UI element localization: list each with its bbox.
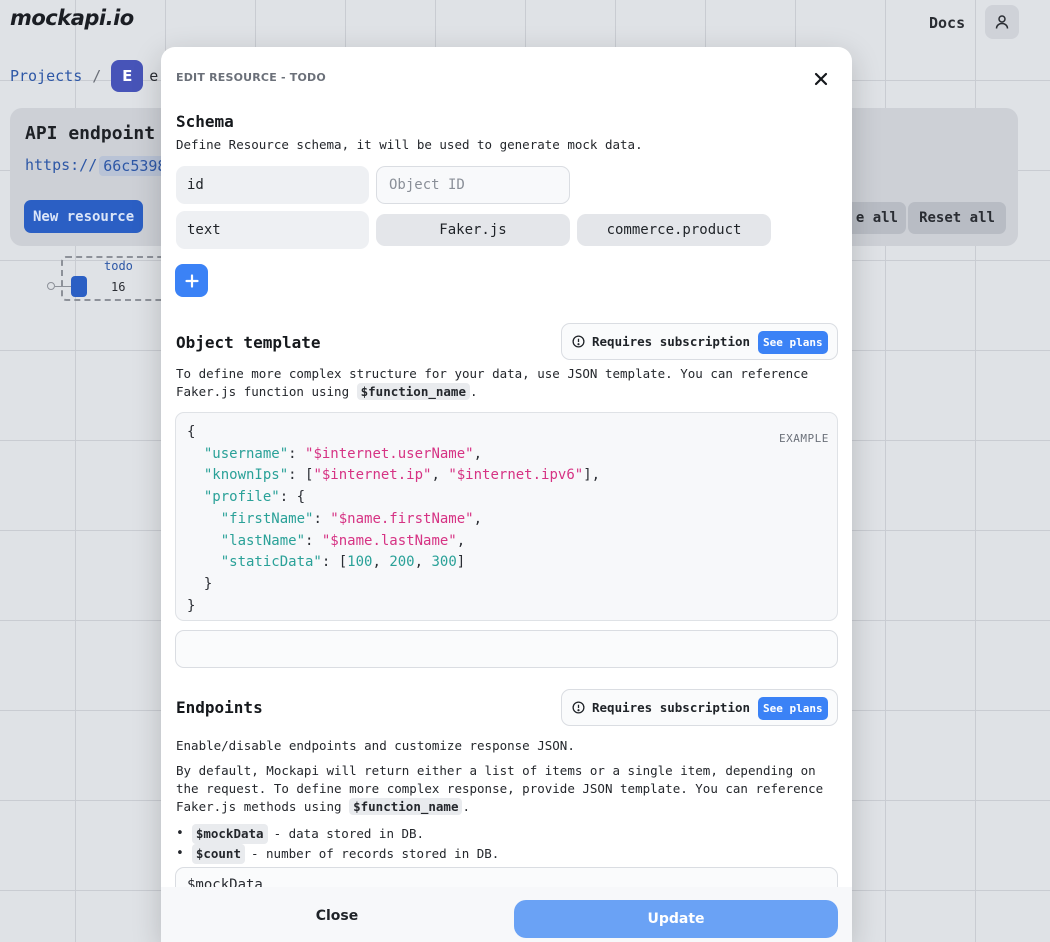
update-button[interactable]: Update [514, 900, 838, 938]
endpoint-response-text: $mockData [187, 877, 263, 887]
desc-text: Faker.js methods using $function_name. [176, 798, 836, 816]
schema-field-name-input[interactable]: text [176, 211, 369, 249]
modal-body[interactable]: EDIT RESOURCE - TODO Schema Define Resou… [161, 47, 852, 887]
code-token: { [187, 424, 196, 440]
code-token: "profile" [203, 489, 280, 506]
object-template-description: To define more complex structure for you… [176, 365, 836, 401]
add-field-button[interactable] [175, 264, 208, 297]
code-token: "username" [203, 445, 289, 462]
api-endpoint-url[interactable]: https:// 66c5398e [25, 156, 180, 176]
code-token: "$internet.userName" [305, 445, 474, 462]
template-example-code: EXAMPLE { "username": "$internet.userNam… [175, 412, 838, 621]
variable-description: - number of records stored in DB. [250, 846, 500, 861]
code-token: } [187, 597, 196, 614]
node-handle[interactable] [71, 276, 87, 297]
info-icon [572, 701, 585, 714]
breadcrumb-projects-link[interactable]: Projects [10, 67, 82, 85]
variable-description: - data stored in DB. [273, 826, 425, 841]
code-token: "$name.firstName" [330, 510, 474, 527]
resource-node[interactable]: todo 16 [47, 256, 171, 301]
function-name-code: $function_name [349, 798, 463, 815]
endpoints-description-detail: By default, Mockapi will return either a… [176, 762, 836, 816]
variable-code: $count [191, 844, 245, 864]
list-item: $count - number of records stored in DB. [176, 844, 499, 864]
example-json: { "username": "$internet.userName", "kno… [187, 424, 601, 614]
code-token: 100 [347, 554, 373, 571]
schema-field-name-input[interactable]: id [176, 166, 369, 204]
schema-field-value-input[interactable]: Object ID [376, 166, 570, 204]
code-token: 300 [431, 554, 457, 571]
user-menu-button[interactable] [985, 5, 1019, 39]
see-plans-button[interactable]: See plans [758, 697, 828, 720]
code-token: "$internet.ipv6" [448, 467, 584, 484]
schema-description: Define Resource schema, it will be used … [176, 137, 643, 152]
code-token: "staticData" [220, 554, 322, 571]
endpoint-variables-list: $mockData - data stored in DB. $count - … [176, 824, 499, 864]
user-icon [994, 14, 1010, 30]
node-connector-line [55, 286, 71, 287]
api-endpoint-title: API endpoint [25, 123, 156, 144]
code-token: } [203, 575, 213, 592]
variable-code: $mockData [191, 824, 268, 844]
api-url-prefix: https:// [25, 156, 98, 174]
schema-title: Schema [176, 112, 234, 131]
code-token: "$name.lastName" [321, 532, 457, 549]
project-name[interactable]: e [149, 67, 158, 85]
close-button[interactable]: Close [287, 899, 387, 933]
project-avatar[interactable]: E [111, 60, 144, 92]
code-token: "lastName" [220, 532, 306, 549]
function-name-code: $function_name [356, 383, 470, 400]
endpoints-title: Endpoints [176, 698, 263, 717]
code-token: "$internet.ip" [313, 467, 432, 484]
subscription-notice: Requires subscription See plans [561, 689, 838, 726]
docs-link[interactable]: Docs [929, 14, 965, 32]
object-template-title: Object template [176, 333, 321, 352]
code-token: "firstName" [220, 510, 314, 527]
endpoint-response-template[interactable]: $mockData [175, 867, 838, 887]
desc-text: Faker.js function using [176, 384, 350, 399]
list-item: $mockData - data stored in DB. [176, 824, 499, 844]
desc-text: Faker.js methods using [176, 799, 342, 814]
edit-resource-modal: EDIT RESOURCE - TODO Schema Define Resou… [161, 47, 852, 942]
desc-text: By default, Mockapi will return either a… [176, 763, 816, 778]
close-icon[interactable] [811, 69, 831, 89]
reset-all-button[interactable]: Reset all [908, 202, 1006, 234]
desc-text: . [462, 799, 470, 814]
object-template-input[interactable] [175, 630, 838, 668]
info-icon [572, 335, 585, 348]
subscription-notice: Requires subscription See plans [561, 323, 838, 360]
node-count: 16 [111, 280, 126, 294]
app-logo[interactable]: mockapi.io [10, 6, 134, 30]
subscription-text: Requires subscription [592, 334, 751, 349]
subscription-text: Requires subscription [592, 700, 751, 715]
node-label: todo [104, 259, 133, 273]
plus-icon [184, 273, 199, 288]
desc-text: the request. To define more complex resp… [176, 781, 824, 796]
endpoints-description: Enable/disable endpoints and customize r… [176, 738, 575, 753]
modal-title: EDIT RESOURCE - TODO [176, 71, 326, 84]
breadcrumb-separator: / [92, 67, 102, 85]
schema-field-type-select[interactable]: Faker.js [376, 214, 570, 246]
node-connector-dot [47, 282, 55, 290]
see-plans-button[interactable]: See plans [758, 331, 828, 354]
object-template-desc-line1: To define more complex structure for you… [176, 366, 809, 381]
code-token: 200 [389, 554, 415, 571]
code-token: "knownIps" [203, 467, 289, 484]
desc-text: . [469, 384, 478, 399]
schema-field-method-select[interactable]: commerce.product [577, 214, 771, 246]
new-resource-button[interactable]: New resource [24, 200, 144, 233]
modal-footer: Close Update [161, 887, 852, 942]
object-template-desc-line2: Faker.js function using $function_name. [176, 383, 836, 401]
example-label: EXAMPLE [779, 432, 829, 445]
breadcrumb: Projects / E e [10, 60, 158, 92]
